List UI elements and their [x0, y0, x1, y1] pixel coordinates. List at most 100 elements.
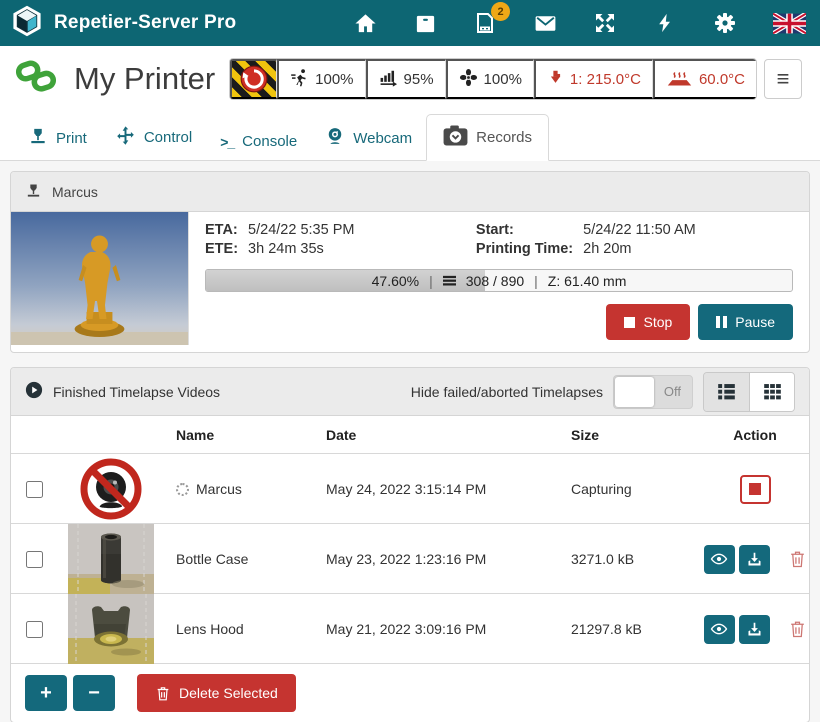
printer-link-icon — [14, 55, 58, 104]
brand: Repetier-Server Pro — [10, 4, 236, 43]
printing-time-label: Printing Time: — [468, 241, 573, 257]
tab-print[interactable]: Print — [14, 116, 101, 160]
printing-time-value: 2h 20m — [583, 241, 793, 257]
bed-temp-button[interactable]: 60.0°C — [653, 59, 756, 99]
stop-capture-button[interactable] — [740, 475, 771, 504]
tab-control[interactable]: Control — [101, 115, 206, 160]
view-mode-group — [703, 372, 795, 412]
pause-bars-icon — [716, 316, 727, 328]
speed-factor-button[interactable]: 100% — [277, 59, 365, 99]
stop-button[interactable]: Stop — [606, 304, 690, 340]
printer-jobs-icon[interactable]: 2 — [472, 10, 498, 36]
flow-value: 95% — [404, 71, 434, 88]
records-camera-icon — [443, 125, 468, 150]
preview-button[interactable] — [704, 545, 735, 574]
job-preview-image — [11, 212, 189, 345]
emergency-stop-button[interactable] — [230, 59, 277, 99]
tab-console-label: Console — [242, 133, 297, 150]
progress-z-height: Z: 61.40 mm — [548, 273, 627, 289]
no-webcam-thumbnail — [61, 454, 161, 524]
timelapse-title: Finished Timelapse Videos — [53, 384, 220, 400]
progress-percent: 47.60% — [372, 273, 419, 289]
power-bolt-icon[interactable] — [652, 10, 678, 36]
fan-speed-button[interactable]: 100% — [446, 59, 534, 99]
tab-webcam[interactable]: Webcam — [311, 116, 426, 160]
fan-icon — [459, 68, 478, 91]
video-name: Lens Hood — [176, 621, 244, 637]
delete-row-button[interactable] — [788, 619, 807, 639]
expand-arrows-icon[interactable] — [592, 10, 618, 36]
records-content: Marcus — [0, 161, 820, 722]
capturing-spinner-icon — [176, 483, 189, 496]
flow-bars-icon — [379, 68, 398, 91]
repetier-logo-icon — [10, 4, 44, 43]
timelapse-table: Name Date Size Action — [11, 416, 809, 664]
start-value: 5/24/22 11:50 AM — [583, 222, 793, 238]
tab-records[interactable]: Records — [426, 114, 549, 161]
tab-webcam-label: Webcam — [353, 130, 412, 147]
top-navbar: Repetier-Server Pro 2 — [0, 0, 820, 46]
printer-tabs: Print Control >_ Console Webcam — [0, 112, 820, 161]
video-name: Bottle Case — [176, 551, 248, 567]
notification-badge: 2 — [491, 2, 510, 21]
stop-square-icon — [624, 317, 635, 328]
progress-layers: 308 / 890 — [466, 273, 524, 289]
video-thumbnail — [61, 524, 161, 594]
printer-menu-button[interactable]: ≡ — [764, 59, 802, 99]
start-label: Start: — [468, 222, 573, 238]
play-circle-icon — [25, 381, 43, 402]
timelapse-footer: + − Delete Selected — [11, 664, 809, 722]
deselect-all-button[interactable]: − — [73, 675, 115, 711]
printer-header: My Printer 100% — [0, 46, 820, 112]
ete-label: ETE: — [205, 241, 238, 257]
control-move-icon — [115, 125, 136, 150]
grid-view-button[interactable] — [749, 373, 794, 411]
table-row: Bottle Case May 23, 2022 1:23:16 PM 3271… — [11, 524, 809, 594]
console-prompt-icon: >_ — [220, 134, 234, 150]
home-icon[interactable] — [352, 10, 378, 36]
hide-failed-toggle[interactable]: Off — [613, 375, 693, 409]
delete-selected-button[interactable]: Delete Selected — [137, 674, 296, 712]
pause-button[interactable]: Pause — [698, 304, 793, 340]
row-checkbox[interactable] — [26, 481, 43, 498]
video-date: May 21, 2022 3:09:16 PM — [311, 621, 556, 637]
download-button[interactable] — [739, 615, 770, 644]
video-date: May 24, 2022 3:15:14 PM — [311, 481, 556, 497]
archive-box-icon[interactable] — [412, 10, 438, 36]
col-name: Name — [161, 427, 311, 443]
mail-icon[interactable] — [532, 10, 558, 36]
preview-button[interactable] — [704, 615, 735, 644]
col-date: Date — [311, 427, 556, 443]
trash-icon — [155, 685, 171, 702]
list-view-button[interactable] — [704, 373, 749, 411]
toggle-state: Off — [664, 384, 681, 399]
row-checkbox[interactable] — [26, 621, 43, 638]
video-size: 3271.0 kB — [556, 551, 701, 567]
page-title: My Printer — [74, 61, 215, 97]
tab-records-label: Records — [476, 129, 532, 146]
eta-label: ETA: — [205, 222, 238, 238]
settings-gear-icon[interactable] — [712, 10, 738, 36]
table-row: Marcus May 24, 2022 3:15:14 PM Capturing — [11, 454, 809, 524]
printer-status-toolbar: 100% 95% — [229, 58, 757, 100]
select-all-button[interactable]: + — [25, 675, 67, 711]
tab-console[interactable]: >_ Console — [206, 123, 311, 160]
delete-row-button[interactable] — [788, 549, 807, 569]
heated-bed-icon — [666, 67, 693, 91]
job-info-grid: ETA: 5/24/22 5:35 PM Start: 5/24/22 11:5… — [205, 222, 793, 257]
row-checkbox[interactable] — [26, 551, 43, 568]
video-size: Capturing — [556, 481, 701, 497]
timelapse-card: Finished Timelapse Videos Hide failed/ab… — [10, 367, 810, 722]
hide-failed-label: Hide failed/aborted Timelapses — [411, 384, 603, 400]
language-flag-icon[interactable] — [772, 10, 806, 36]
print-nozzle-icon — [28, 126, 48, 150]
fan-value: 100% — [484, 71, 522, 88]
flow-factor-button[interactable]: 95% — [366, 59, 446, 99]
extruder-temp-button[interactable]: 1: 215.0°C — [534, 59, 653, 99]
download-button[interactable] — [739, 545, 770, 574]
job-printer-icon — [25, 182, 42, 202]
video-thumbnail — [61, 594, 161, 664]
ete-value: 3h 24m 35s — [248, 241, 458, 257]
layers-icon — [443, 274, 456, 287]
video-name: Marcus — [196, 481, 242, 497]
